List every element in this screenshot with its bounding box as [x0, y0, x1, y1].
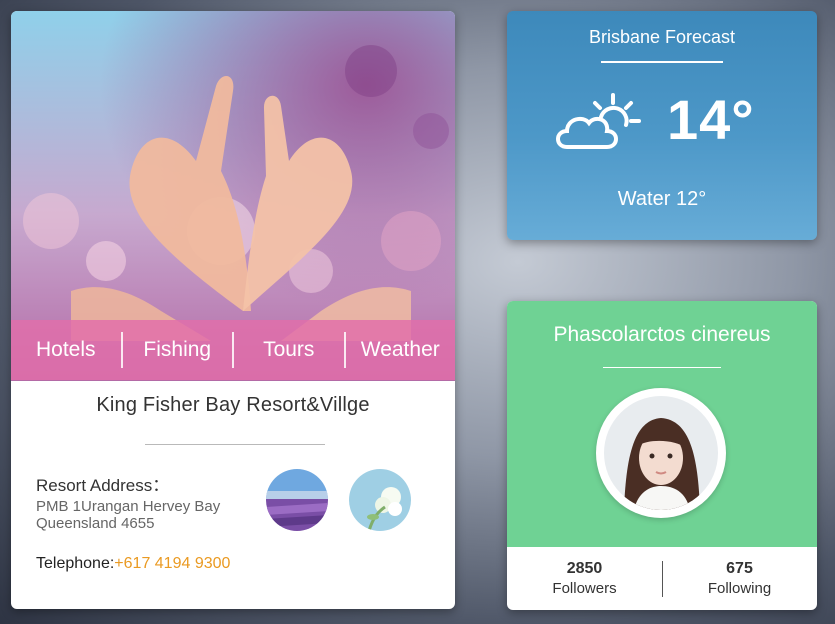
address-line-1: PMB 1Urangan Hervey Bay	[36, 498, 221, 515]
divider	[601, 61, 723, 63]
profile-card: Phascolarctos cinereus 2850 Followers 67…	[507, 301, 817, 610]
followers-label: Followers	[552, 580, 617, 597]
followers-count: 2850	[566, 560, 603, 577]
telephone-number[interactable]: +617 4194 9300	[114, 555, 230, 572]
water-temperature: Water 12°	[617, 188, 707, 210]
nav-weather[interactable]: Weather	[346, 332, 456, 368]
telephone: Telephone:+617 4194 9300	[36, 555, 230, 573]
temperature: 14°	[667, 88, 755, 151]
following-stat[interactable]: 675 Following	[662, 559, 817, 599]
nav-hotels[interactable]: Hotels	[11, 332, 123, 368]
cloud-sun-icon	[556, 93, 641, 149]
telephone-label: Telephone:	[36, 555, 115, 572]
divider	[145, 444, 325, 445]
divider	[603, 367, 721, 368]
profile-name: Phascolarctos cinereus	[553, 323, 771, 346]
following-count: 675	[726, 560, 753, 577]
address-line-2: Queensland 4655	[36, 515, 155, 532]
weather-title: Brisbane Forecast	[588, 27, 736, 47]
following-label: Following	[707, 580, 772, 597]
address-label: Resort Address：	[36, 476, 170, 495]
resort-name: King Fisher Bay Resort&Villge	[96, 394, 370, 416]
flower-thumbnail[interactable]	[349, 469, 411, 531]
lavender-field-thumbnail[interactable]	[266, 469, 328, 531]
nav-fishing[interactable]: Fishing	[123, 332, 234, 368]
followers-stat[interactable]: 2850 Followers	[507, 559, 662, 599]
weather-card: Brisbane Forecast 14° Water 12°	[507, 11, 817, 240]
nav-tours[interactable]: Tours	[234, 332, 346, 368]
profile-header: Phascolarctos cinereus	[507, 301, 817, 547]
resort-card: Hotels Fishing Tours Weather King Fisher…	[11, 11, 455, 609]
avatar[interactable]	[596, 388, 726, 518]
category-nav: Hotels Fishing Tours Weather	[11, 320, 455, 380]
